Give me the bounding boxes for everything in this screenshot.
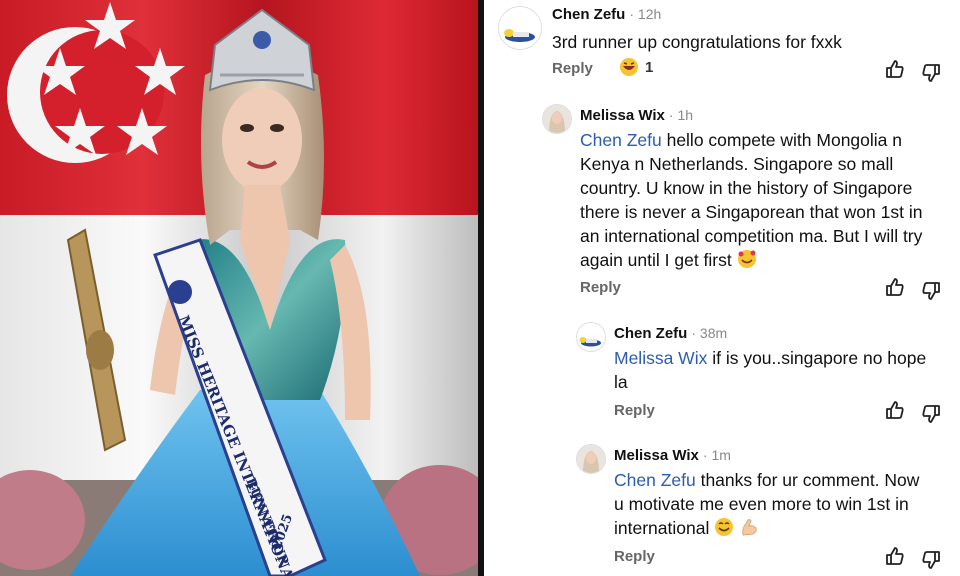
profile-photo-avatar[interactable] (576, 444, 606, 474)
dislike-thumb-down-icon[interactable] (920, 549, 942, 571)
comment-time: 38m (699, 325, 728, 341)
comment-reply-item: Melissa Wix · 1m Chen Zefu thanks for ur … (576, 444, 952, 574)
reply-button[interactable]: Reply (614, 548, 655, 565)
reaction-summary[interactable]: 1 (619, 57, 653, 77)
pageant-illustration: MISS HERITAGE INTERNATIONAL RUNNER UP 20… (0, 0, 478, 576)
like-thumb-up-icon[interactable] (884, 58, 906, 80)
comment-author[interactable]: Melissa Wix (614, 447, 699, 464)
comment-time: 1h (677, 107, 694, 123)
comment-time: 1m (711, 447, 731, 463)
comment-author[interactable]: Chen Zefu (552, 6, 625, 23)
laughing-face-icon (620, 58, 638, 76)
comment-reply-item: Chen Zefu · 38m Melissa Wix if is you..si… (576, 322, 952, 425)
sleeping-figure-avatar[interactable] (576, 322, 606, 352)
comment-time: 12h (637, 6, 662, 22)
mention-link[interactable]: Chen Zefu (580, 130, 662, 150)
like-thumb-up-icon[interactable] (884, 399, 906, 421)
comment-text: Chen Zefu thanks for ur comment. Now u m… (614, 470, 920, 538)
like-thumb-up-icon[interactable] (884, 545, 906, 567)
profile-photo-avatar[interactable] (542, 104, 572, 134)
sleeping-figure-avatar[interactable] (498, 6, 542, 50)
dislike-thumb-down-icon[interactable] (920, 280, 942, 302)
smiling-face-with-hearts-icon (737, 250, 756, 268)
comment-text: Melissa Wix if is you..singapore no hope… (614, 348, 927, 392)
mention-link[interactable]: Melissa Wix (614, 348, 707, 368)
comment-author[interactable]: Chen Zefu (614, 325, 687, 342)
smiling-face-icon (715, 518, 734, 536)
reply-button[interactable]: Reply (552, 60, 593, 77)
comment-text: Chen Zefu hello compete with Mongolia n … (580, 130, 923, 270)
reaction-count: 1 (645, 58, 654, 76)
comment-text: 3rd runner up congratulations for fxxk (552, 32, 842, 52)
comment-author[interactable]: Melissa Wix (580, 107, 665, 124)
dislike-thumb-down-icon[interactable] (920, 62, 942, 84)
dislike-thumb-down-icon[interactable] (920, 403, 942, 425)
flexed-biceps-icon (742, 519, 757, 536)
face (222, 88, 302, 192)
comment-reply-item: Melissa Wix · 1h Chen Zefu hello compete … (542, 104, 952, 304)
reply-button[interactable]: Reply (580, 279, 621, 296)
like-thumb-up-icon[interactable] (884, 276, 906, 298)
comment-item: Chen Zefu · 12h 3rd runner up congratulat… (498, 6, 948, 86)
reply-button[interactable]: Reply (614, 402, 655, 419)
mention-link[interactable]: Chen Zefu (614, 470, 696, 490)
pageant-photo: MISS HERITAGE INTERNATIONAL RUNNER UP 20… (0, 0, 478, 576)
comment-thread: Chen Zefu · 12h 3rd runner up congratulat… (484, 0, 960, 576)
